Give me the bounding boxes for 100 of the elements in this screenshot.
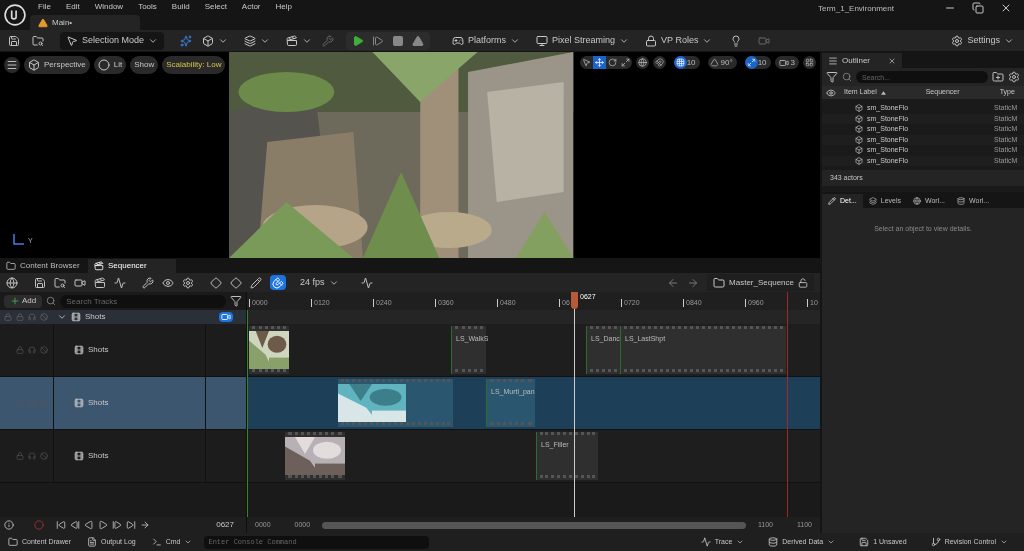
folder-icon [8,537,18,547]
gear-icon[interactable] [182,276,194,289]
grid-icon [673,56,687,69]
shot-clip[interactable] [249,326,289,374]
current-frame: 0627 [216,519,234,531]
menu-item[interactable]: Window [94,0,124,13]
search-icon [46,296,57,306]
world-icon[interactable] [6,276,18,289]
trace-icon [700,537,711,547]
browse-icon[interactable] [54,276,66,289]
playhead-handle[interactable] [571,292,578,309]
menu-item[interactable]: Build [171,0,190,13]
settings-button[interactable]: Settings [945,31,1020,50]
document-tab[interactable]: Main• [52,16,73,29]
wrench-icon[interactable] [142,276,154,289]
rotate-icon[interactable] [605,56,619,69]
filter-icon[interactable] [230,295,242,307]
browse-icon[interactable] [32,34,44,47]
shot-clip[interactable] [338,379,453,427]
arrow-icon[interactable] [140,520,150,530]
start-icon[interactable] [56,520,66,530]
menu-item[interactable]: Help [275,0,292,13]
folder-icon [6,261,16,271]
globe-icon[interactable] [635,56,649,69]
angle-snap-button[interactable]: 90° [707,56,737,69]
level-icon [38,17,48,28]
gamepad-icon [452,34,465,47]
menu-item[interactable]: Edit [65,0,80,13]
scale-snap-button[interactable]: 10 [744,56,771,69]
vp-roles-button[interactable]: VP Roles [639,31,719,50]
search-field[interactable]: Search Tracks [60,294,226,308]
menu-item[interactable]: Tools [138,0,157,13]
caret-icon [184,538,193,546]
terminal-icon [151,537,162,547]
camera-cut-icon[interactable] [218,312,233,322]
pencil-icon[interactable] [250,276,262,289]
layers-icon [244,34,257,47]
cube-icon [28,59,40,71]
lock-icon [645,34,658,47]
scalability-button[interactable]: Scalability: Low [162,56,226,74]
cube-icon [202,34,215,47]
expander-icon[interactable] [57,312,67,322]
key-icon[interactable] [210,276,222,289]
panel-tab[interactable]: Sequencer [88,259,176,273]
prev-key-icon[interactable] [70,520,80,530]
perspective-button[interactable]: Perspective [24,56,90,74]
grid-snap-button[interactable]: 10 [673,56,700,69]
move-icon[interactable] [592,56,606,69]
restore-icon[interactable] [972,2,984,14]
filter-icon[interactable] [826,71,838,83]
stop-icon[interactable] [392,34,405,47]
platforms-button[interactable]: Platforms [446,31,527,50]
key-icon[interactable] [230,276,242,289]
scale-icon[interactable] [618,56,632,69]
play-icon[interactable] [98,520,108,530]
sort-icon [880,90,886,95]
frame-rate-button[interactable]: 24 fps [294,273,345,292]
pixel-streaming-button[interactable]: Pixel Streaming [530,31,636,50]
track-label[interactable]: Shots [85,311,106,323]
show-button[interactable]: Show [130,56,159,74]
eye-icon[interactable] [162,276,174,289]
track-label: Shots [88,450,109,462]
menu-item[interactable]: Actor [241,0,261,13]
end-icon[interactable] [126,520,136,530]
panel-tab[interactable]: Content Browser [0,259,88,273]
menu-icon[interactable] [4,57,20,73]
reverse-icon[interactable] [84,520,94,530]
branch-icon [930,537,941,547]
selection-mode-dropdown[interactable]: Selection Mode [60,31,165,50]
settings-icon [951,34,964,47]
add-folder-icon[interactable] [992,71,1004,83]
camera-speed-button[interactable]: 3 [774,56,799,69]
plus-icon [10,296,20,306]
close-icon[interactable] [1000,2,1012,14]
database-icon [768,537,779,547]
menu-item[interactable]: Select [204,0,227,13]
horizontal-scrollbar[interactable] [322,521,746,529]
clapper-icon[interactable] [94,276,106,289]
play-icon[interactable] [352,34,365,47]
film-icon [74,451,84,461]
step-icon[interactable] [372,34,385,47]
shot-clip[interactable] [285,432,345,480]
globe-icon [912,197,921,205]
info-icon[interactable] [4,520,14,530]
menu-item[interactable]: File [38,0,51,13]
settings-icon[interactable] [1008,71,1020,83]
folder-icon [713,276,726,289]
next-key-icon[interactable] [112,520,122,530]
lit-button[interactable]: Lit [93,56,127,74]
layout-icon[interactable] [803,56,816,69]
lamp-icon[interactable] [730,34,743,47]
add-button[interactable]: Add [4,294,43,308]
unlock-icon[interactable] [798,277,808,288]
close-icon[interactable] [888,56,896,65]
log-icon [87,537,98,547]
camera-icon[interactable] [74,276,86,289]
save-icon[interactable] [8,34,20,47]
scale-icon [744,56,758,69]
save-icon[interactable] [34,276,46,289]
film-icon [74,398,84,408]
